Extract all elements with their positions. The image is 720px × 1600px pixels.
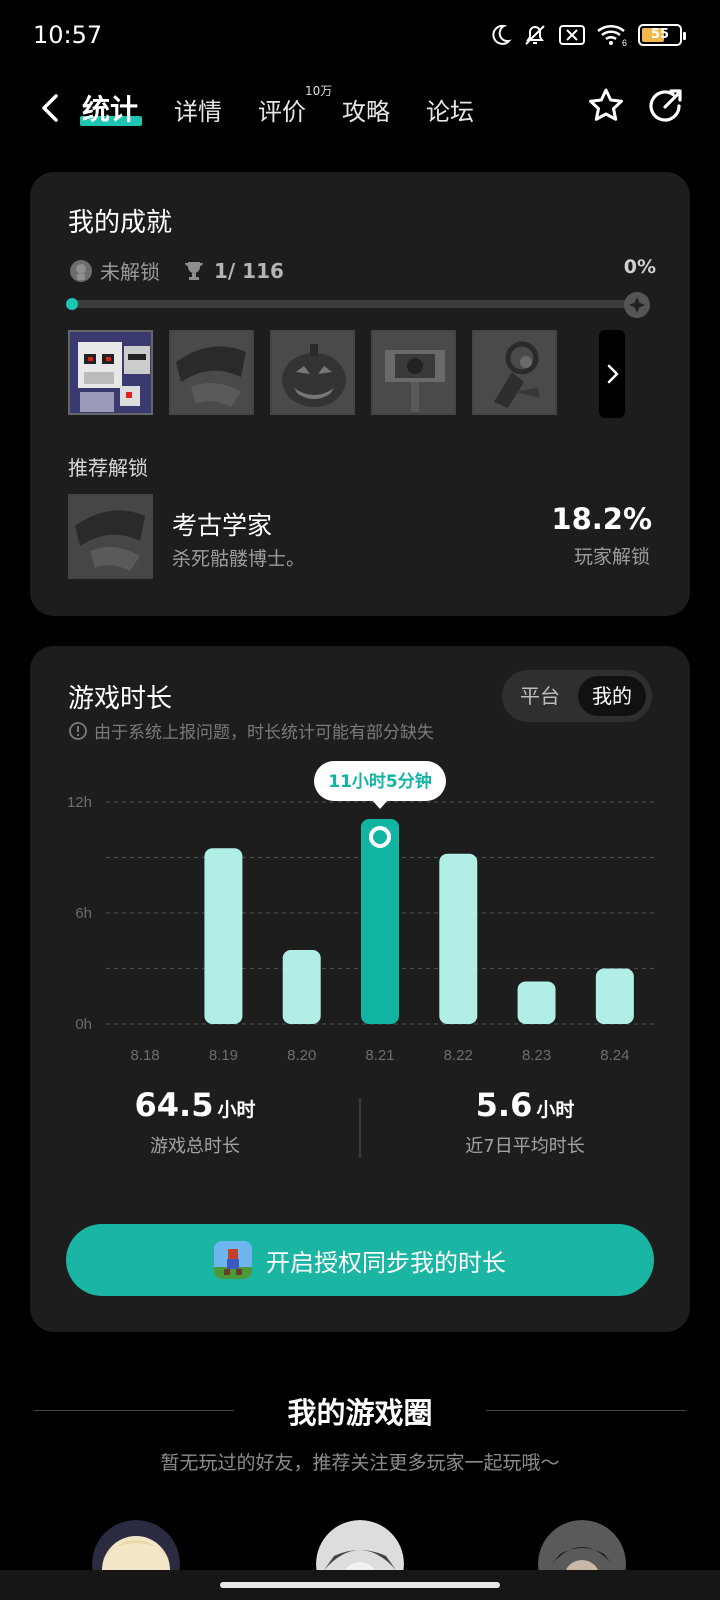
achievement-archaeologist-icon[interactable] — [169, 330, 254, 415]
home-indicator[interactable] — [220, 1582, 500, 1588]
progress-end-badge-icon — [624, 292, 650, 318]
bar-8.22 — [439, 853, 478, 1024]
game-circle-title: 我的游戏圈 — [287, 1396, 433, 1430]
playtime-card: 游戏时长 平台 我的 由于系统上报问题，时长统计可能有部分缺失 12h 6h 0h 8… — [30, 646, 690, 1332]
average-playtime-unit: 小时 — [536, 1099, 575, 1121]
moon-icon — [492, 24, 512, 45]
achievement-pumpkin-icon[interactable] — [270, 330, 355, 415]
sync-button-label: 开启授权同步我的时长 — [266, 1248, 506, 1277]
playtime-title: 游戏时长 — [68, 684, 173, 714]
tooltip-text: 11小时5分钟 — [328, 771, 432, 792]
playtime-source-toggle: 平台 我的 — [502, 670, 652, 722]
wifi-suffix: 6 — [622, 38, 627, 47]
bar-8.23 — [517, 981, 556, 1024]
achievement-skeletron-icon[interactable] — [68, 330, 153, 415]
bar-8.21 — [361, 819, 399, 1024]
total-playtime-value: 64.5 — [134, 1086, 214, 1124]
x-tick-label: 8.21 — [365, 1047, 394, 1064]
total-playtime: 64.5 小时 游戏总时长 — [30, 1086, 360, 1158]
tooltip-pointer — [372, 800, 388, 810]
playtime-bar-chart: 12h 6h 0h 8.18 8.19 8.20 8.21 11小时5分钟 8.22 8.23 8.… — [67, 761, 654, 1064]
toggle-mine[interactable]: 我的 — [578, 676, 646, 716]
more-achievements-button[interactable] — [599, 330, 625, 418]
average-playtime-label: 近7日平均时长 — [465, 1136, 585, 1157]
status-bar: 10:57 6 55 — [0, 0, 720, 72]
achievement-count: 1/ 116 — [214, 258, 284, 283]
x-tick-label: 8.23 — [522, 1047, 551, 1064]
tab-stats[interactable]: 统计 — [82, 88, 138, 128]
sim-x-icon — [559, 25, 585, 45]
recommended-achievement-desc: 杀死骷髅博士。 — [172, 548, 306, 570]
status-time: 10:57 — [33, 21, 103, 49]
toggle-platform[interactable]: 平台 — [502, 670, 578, 722]
x-tick-label: 8.20 — [287, 1047, 316, 1064]
playtime-totals: 64.5 小时 游戏总时长 5.6 小时 近7日平均时长 — [30, 1086, 690, 1176]
y-tick-label: 6h — [75, 905, 92, 922]
tab-forum[interactable]: 论坛 — [426, 92, 474, 127]
x-tick-label: 8.24 — [600, 1047, 629, 1064]
bar-8.19 — [204, 848, 243, 1024]
bar-8.20 — [282, 950, 321, 1024]
recommended-achievement-name: 考古学家 — [172, 511, 273, 540]
bell-muted-icon — [525, 25, 545, 45]
tab-details[interactable]: 详情 — [174, 92, 222, 127]
recommend-label: 推荐解锁 — [68, 456, 148, 480]
wifi-icon: 6 — [597, 24, 627, 47]
x-tick-label: 8.22 — [444, 1047, 473, 1064]
tab-guides[interactable]: 攻略 — [342, 92, 390, 127]
total-playtime-unit: 小时 — [217, 1099, 256, 1121]
y-tick-label: 0h — [75, 1016, 92, 1033]
battery-icon: 55 — [638, 24, 686, 46]
back-icon[interactable] — [36, 90, 66, 126]
notice-text: 由于系统上报问题，时长统计可能有部分缺失 — [94, 723, 434, 743]
recommended-achievement-percent-label: 玩家解锁 — [573, 546, 650, 568]
sync-playtime-button[interactable]: 开启授权同步我的时长 — [66, 1224, 654, 1296]
share-icon[interactable] — [646, 86, 686, 126]
top-nav: 统计 详情 评价 10万 攻略 论坛 — [0, 82, 720, 136]
y-tick-label: 12h — [67, 794, 92, 811]
trophy-icon — [185, 261, 203, 280]
status-icons: 6 55 — [488, 22, 686, 48]
achievement-ninja-icon[interactable] — [472, 330, 557, 415]
favorite-star-icon[interactable] — [586, 86, 626, 126]
game-app-icon — [214, 1241, 252, 1279]
achievement-percent: 0% — [623, 256, 656, 278]
average-playtime-value: 5.6 — [475, 1086, 533, 1124]
achievements-title: 我的成就 — [68, 208, 173, 238]
tab-reviews[interactable]: 评价 — [258, 92, 306, 127]
x-tick-label: 8.19 — [209, 1047, 238, 1064]
circle-divider-right — [486, 1410, 686, 1411]
achievement-icons — [68, 330, 557, 415]
average-playtime: 5.6 小时 近7日平均时长 — [360, 1086, 690, 1158]
info-icon — [69, 721, 87, 740]
progress-marker — [66, 298, 78, 310]
bar-8.24 — [595, 968, 634, 1024]
lock-badge-icon — [70, 259, 92, 282]
x-tick-label: 8.18 — [131, 1047, 160, 1064]
data-notice: 由于系统上报问题，时长统计可能有部分缺失 — [68, 718, 434, 743]
chevron-right-icon — [607, 364, 619, 384]
achievement-progress-bar — [66, 292, 650, 318]
battery-level: 55 — [650, 27, 670, 42]
recommended-achievement-percent: 18.2% — [551, 502, 652, 536]
total-playtime-label: 游戏总时长 — [150, 1136, 240, 1157]
locked-label: 未解锁 — [100, 260, 160, 284]
achievements-card: 我的成就 未解锁 1/ 116 0% 推荐解锁 考古学家 杀死骷髅博士。 18.… — [30, 172, 690, 616]
achievement-summary: 未解锁 1/ 116 — [68, 256, 284, 285]
achievement-hammer-icon[interactable] — [371, 330, 456, 415]
reviews-count-badge: 10万 — [305, 84, 333, 98]
game-circle-subtitle: 暂无玩过的好友，推荐关注更多玩家一起玩哦～ — [160, 1452, 560, 1474]
recommended-achievement-icon[interactable] — [68, 494, 153, 579]
